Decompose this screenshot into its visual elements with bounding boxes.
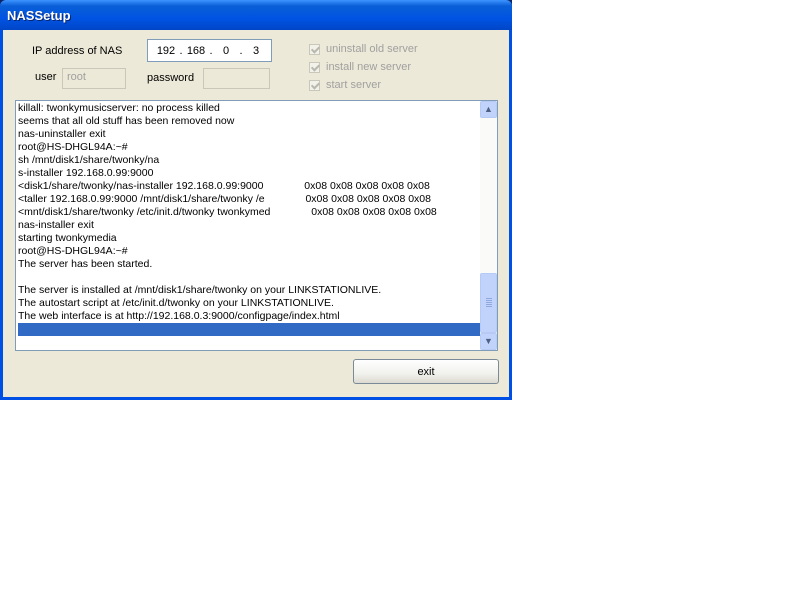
window-title: NASSetup bbox=[7, 8, 71, 23]
ip-address-field[interactable]: 192 . 168 . 0 . 3 bbox=[147, 39, 272, 62]
ip-octet-2[interactable]: 168 bbox=[184, 45, 208, 57]
chevron-down-icon: ▼ bbox=[484, 336, 493, 346]
title-bar[interactable]: NASSetup bbox=[0, 0, 512, 30]
checkbox-check-icon bbox=[309, 43, 320, 55]
log-line[interactable]: root@HS-DHGL94A:~# bbox=[18, 245, 480, 258]
log-line[interactable]: The web interface is at http://192.168.0… bbox=[18, 310, 480, 323]
log-line[interactable]: s-installer 192.168.0.99:9000 bbox=[18, 167, 480, 180]
checkbox-label: install new server bbox=[326, 61, 411, 73]
scroll-up-button[interactable]: ▲ bbox=[480, 101, 497, 118]
ip-octet-3[interactable]: 0 bbox=[214, 45, 238, 57]
log-line[interactable] bbox=[18, 271, 480, 284]
chevron-up-icon: ▲ bbox=[484, 104, 493, 114]
log-line[interactable]: root@HS-DHGL94A:~# bbox=[18, 141, 480, 154]
window-frame-bottom bbox=[0, 397, 512, 400]
scrollbar-thumb[interactable] bbox=[480, 273, 497, 333]
log-line[interactable]: nas-uninstaller exit bbox=[18, 128, 480, 141]
checkbox-label: start server bbox=[326, 79, 382, 91]
exit-button[interactable]: exit bbox=[353, 359, 499, 384]
log-line[interactable]: The server has been started. bbox=[18, 258, 480, 271]
log-lines: killall: twonkymusicserver: no process k… bbox=[18, 102, 480, 336]
password-label: password bbox=[147, 72, 195, 84]
checkbox-check-icon bbox=[309, 79, 320, 91]
ip-octet-4[interactable]: 3 bbox=[244, 45, 268, 57]
window-frame-right bbox=[509, 30, 512, 400]
log-line[interactable]: killall: twonkymusicserver: no process k… bbox=[18, 102, 480, 115]
log-line[interactable]: seems that all old stuff has been remove… bbox=[18, 115, 480, 128]
vertical-scrollbar[interactable]: ▲ ▼ bbox=[480, 101, 497, 350]
log-listbox[interactable]: killall: twonkymusicserver: no process k… bbox=[15, 100, 498, 351]
log-line[interactable]: <taller 192.168.0.99:9000 /mnt/disk1/sha… bbox=[18, 193, 480, 206]
log-line[interactable]: starting twonkymedia bbox=[18, 232, 480, 245]
password-field bbox=[203, 68, 270, 89]
user-label: user bbox=[35, 71, 57, 83]
log-line[interactable]: <disk1/share/twonky/nas-installer 192.16… bbox=[18, 180, 480, 193]
checkbox-check-icon bbox=[309, 61, 320, 73]
grip-icon bbox=[486, 298, 492, 307]
ip-octet-1[interactable]: 192 bbox=[154, 45, 178, 57]
user-field: root bbox=[62, 68, 126, 89]
scroll-down-button[interactable]: ▼ bbox=[480, 333, 497, 350]
log-line[interactable]: <mnt/disk1/share/twonky /etc/init.d/twon… bbox=[18, 206, 480, 219]
log-line[interactable]: The autostart script at /etc/init.d/twon… bbox=[18, 297, 480, 310]
log-line[interactable] bbox=[18, 323, 480, 336]
ip-address-label: IP address of NAS bbox=[32, 45, 123, 57]
install-new-server-checkbox[interactable]: install new server bbox=[309, 61, 411, 73]
log-line[interactable]: The server is installed at /mnt/disk1/sh… bbox=[18, 284, 480, 297]
nassetup-window: NASSetup IP address of NAS 192 . 168 . 0… bbox=[0, 0, 512, 400]
log-line[interactable]: nas-installer exit bbox=[18, 219, 480, 232]
checkbox-label: uninstall old server bbox=[326, 43, 418, 55]
start-server-checkbox[interactable]: start server bbox=[309, 79, 381, 91]
uninstall-old-server-checkbox[interactable]: uninstall old server bbox=[309, 43, 418, 55]
log-line[interactable]: sh /mnt/disk1/share/twonky/na bbox=[18, 154, 480, 167]
